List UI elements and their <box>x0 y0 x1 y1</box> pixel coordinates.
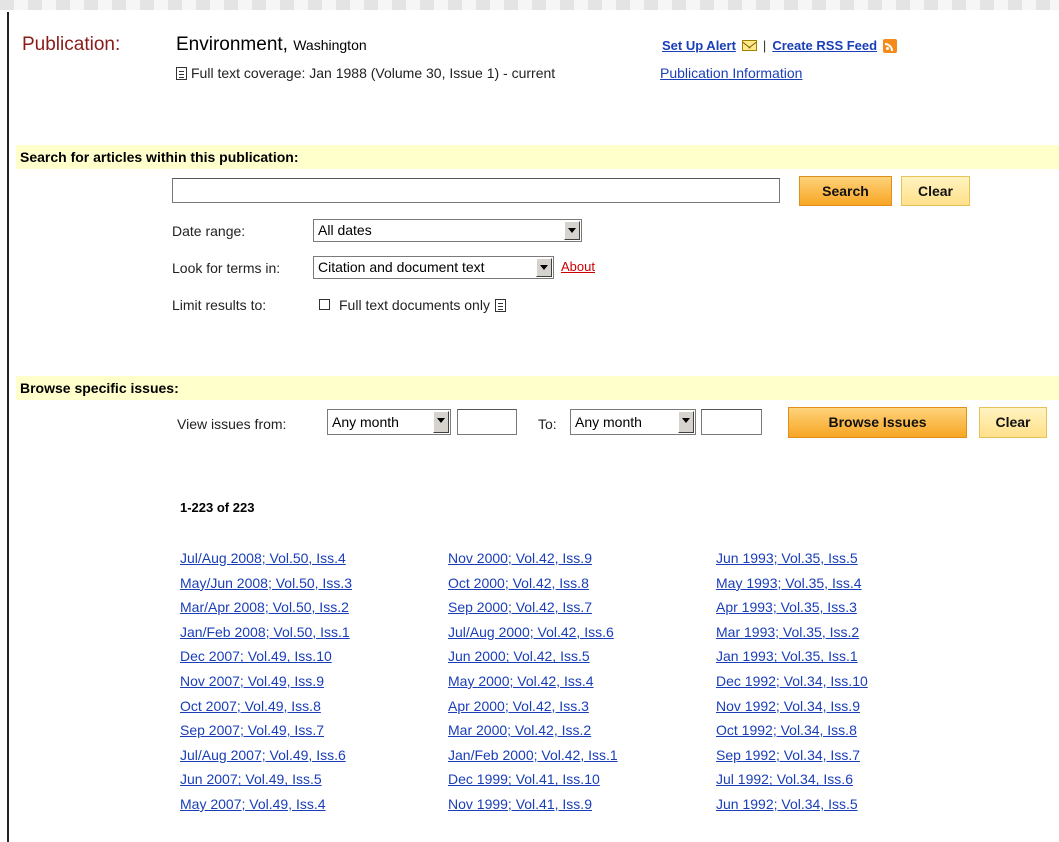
search-input[interactable] <box>172 178 780 203</box>
look-for-terms-label: Look for terms in: <box>172 260 281 276</box>
separator: | <box>762 38 767 53</box>
top-border-strip <box>0 0 1059 10</box>
from-month-value: Any month <box>332 414 399 430</box>
search-button[interactable]: Search <box>799 176 892 206</box>
issue-link[interactable]: May 1993; Vol.35, Iss.4 <box>716 571 868 596</box>
issue-link[interactable]: May 2000; Vol.42, Iss.4 <box>448 669 618 694</box>
look-for-terms-value: Citation and document text <box>318 259 485 275</box>
search-section-bar: Search for articles within this publicat… <box>16 145 1059 169</box>
mail-icon[interactable] <box>741 40 757 51</box>
issue-link[interactable]: Jul 1992; Vol.34, Iss.6 <box>716 767 868 792</box>
issue-link[interactable]: Apr 2000; Vol.42, Iss.3 <box>448 694 618 719</box>
dropdown-arrow-icon <box>536 258 552 277</box>
issue-link[interactable]: Jan/Feb 2000; Vol.42, Iss.1 <box>448 743 618 768</box>
full-text-label: Full text documents only <box>339 297 490 313</box>
browse-section-title: Browse specific issues: <box>20 380 179 396</box>
issues-column-2: Nov 2000; Vol.42, Iss.9 Oct 2000; Vol.42,… <box>448 546 618 817</box>
issue-link[interactable]: Jan 1993; Vol.35, Iss.1 <box>716 644 868 669</box>
coverage-line: Full text coverage: Jan 1988 (Volume 30,… <box>176 65 555 81</box>
issue-link[interactable]: Jul/Aug 2000; Vol.42, Iss.6 <box>448 620 618 645</box>
search-clear-button[interactable]: Clear <box>901 176 970 206</box>
left-divider <box>7 12 9 842</box>
issue-link[interactable]: May/Jun 2008; Vol.50, Iss.3 <box>180 571 352 596</box>
issue-link[interactable]: Nov 1999; Vol.41, Iss.9 <box>448 792 618 817</box>
issue-link[interactable]: Oct 2007; Vol.49, Iss.8 <box>180 694 352 719</box>
issue-link[interactable]: Dec 1999; Vol.41, Iss.10 <box>448 767 618 792</box>
issue-link[interactable]: Nov 1992; Vol.34, Iss.9 <box>716 694 868 719</box>
issue-link[interactable]: Jan/Feb 2008; Vol.50, Iss.1 <box>180 620 352 645</box>
date-range-select[interactable]: All dates <box>313 219 582 242</box>
publication-name: Environment, <box>176 34 288 55</box>
look-for-terms-select[interactable]: Citation and document text <box>313 256 554 279</box>
from-year-input[interactable] <box>457 409 517 435</box>
publication-label: Publication: <box>22 34 121 55</box>
date-range-label: Date range: <box>172 223 246 239</box>
view-issues-from-label: View issues from: <box>177 416 287 432</box>
issue-link[interactable]: Sep 2007; Vol.49, Iss.7 <box>180 718 352 743</box>
to-month-value: Any month <box>575 414 642 430</box>
issue-link[interactable]: Nov 2000; Vol.42, Iss.9 <box>448 546 618 571</box>
issue-link[interactable]: Jun 1992; Vol.34, Iss.5 <box>716 792 868 817</box>
browse-clear-button[interactable]: Clear <box>979 407 1047 438</box>
to-label: To: <box>538 416 557 432</box>
publication-location: Washington <box>293 37 367 53</box>
rss-icon[interactable] <box>883 38 898 53</box>
document-icon <box>494 298 506 312</box>
issue-link[interactable]: Mar 1993; Vol.35, Iss.2 <box>716 620 868 645</box>
issue-link[interactable]: Sep 2000; Vol.42, Iss.7 <box>448 595 618 620</box>
publication-information-link[interactable]: Publication Information <box>660 65 802 81</box>
results-count: 1-223 of 223 <box>180 500 255 515</box>
publication-title: Environment, Washington <box>176 34 367 56</box>
issue-link[interactable]: Mar 2000; Vol.42, Iss.2 <box>448 718 618 743</box>
issue-link[interactable]: Oct 2000; Vol.42, Iss.8 <box>448 571 618 596</box>
issue-link[interactable]: Apr 1993; Vol.35, Iss.3 <box>716 595 868 620</box>
issues-column-3: Jun 1993; Vol.35, Iss.5 May 1993; Vol.35,… <box>716 546 868 817</box>
issue-link[interactable]: Oct 1992; Vol.34, Iss.8 <box>716 718 868 743</box>
limit-results-label: Limit results to: <box>172 297 267 313</box>
issue-link[interactable]: Jul/Aug 2007; Vol.49, Iss.6 <box>180 743 352 768</box>
dropdown-arrow-icon <box>433 411 449 433</box>
full-text-option: Full text documents only <box>339 297 506 313</box>
issue-link[interactable]: Mar/Apr 2008; Vol.50, Iss.2 <box>180 595 352 620</box>
document-icon <box>176 66 187 80</box>
date-range-value: All dates <box>318 222 372 238</box>
issue-link[interactable]: Jun 1993; Vol.35, Iss.5 <box>716 546 868 571</box>
issue-link[interactable]: Nov 2007; Vol.49, Iss.9 <box>180 669 352 694</box>
issue-link[interactable]: Jul/Aug 2008; Vol.50, Iss.4 <box>180 546 352 571</box>
issue-link[interactable]: Dec 1992; Vol.34, Iss.10 <box>716 669 868 694</box>
dropdown-arrow-icon <box>678 411 694 433</box>
issue-link[interactable]: Jun 2007; Vol.49, Iss.5 <box>180 767 352 792</box>
issues-column-1: Jul/Aug 2008; Vol.50, Iss.4 May/Jun 2008;… <box>180 546 352 817</box>
search-section-title: Search for articles within this publicat… <box>20 149 299 165</box>
create-rss-feed-link[interactable]: Create RSS Feed <box>772 38 877 53</box>
issue-link[interactable]: Jun 2000; Vol.42, Iss.5 <box>448 644 618 669</box>
issue-link[interactable]: Dec 2007; Vol.49, Iss.10 <box>180 644 352 669</box>
to-year-input[interactable] <box>701 409 762 435</box>
dropdown-arrow-icon <box>564 221 580 240</box>
to-month-select[interactable]: Any month <box>570 409 696 435</box>
about-link[interactable]: About <box>561 259 595 274</box>
browse-section-bar: Browse specific issues: <box>16 376 1059 400</box>
issue-link[interactable]: Sep 1992; Vol.34, Iss.7 <box>716 743 868 768</box>
set-up-alert-link[interactable]: Set Up Alert <box>662 38 736 53</box>
coverage-text: Full text coverage: Jan 1988 (Volume 30,… <box>191 65 556 81</box>
from-month-select[interactable]: Any month <box>327 409 451 435</box>
browse-issues-button[interactable]: Browse Issues <box>788 407 967 438</box>
alert-rss-links: Set Up Alert | Create RSS Feed <box>662 38 898 53</box>
issue-link[interactable]: May 2007; Vol.49, Iss.4 <box>180 792 352 817</box>
full-text-checkbox[interactable] <box>319 299 330 310</box>
